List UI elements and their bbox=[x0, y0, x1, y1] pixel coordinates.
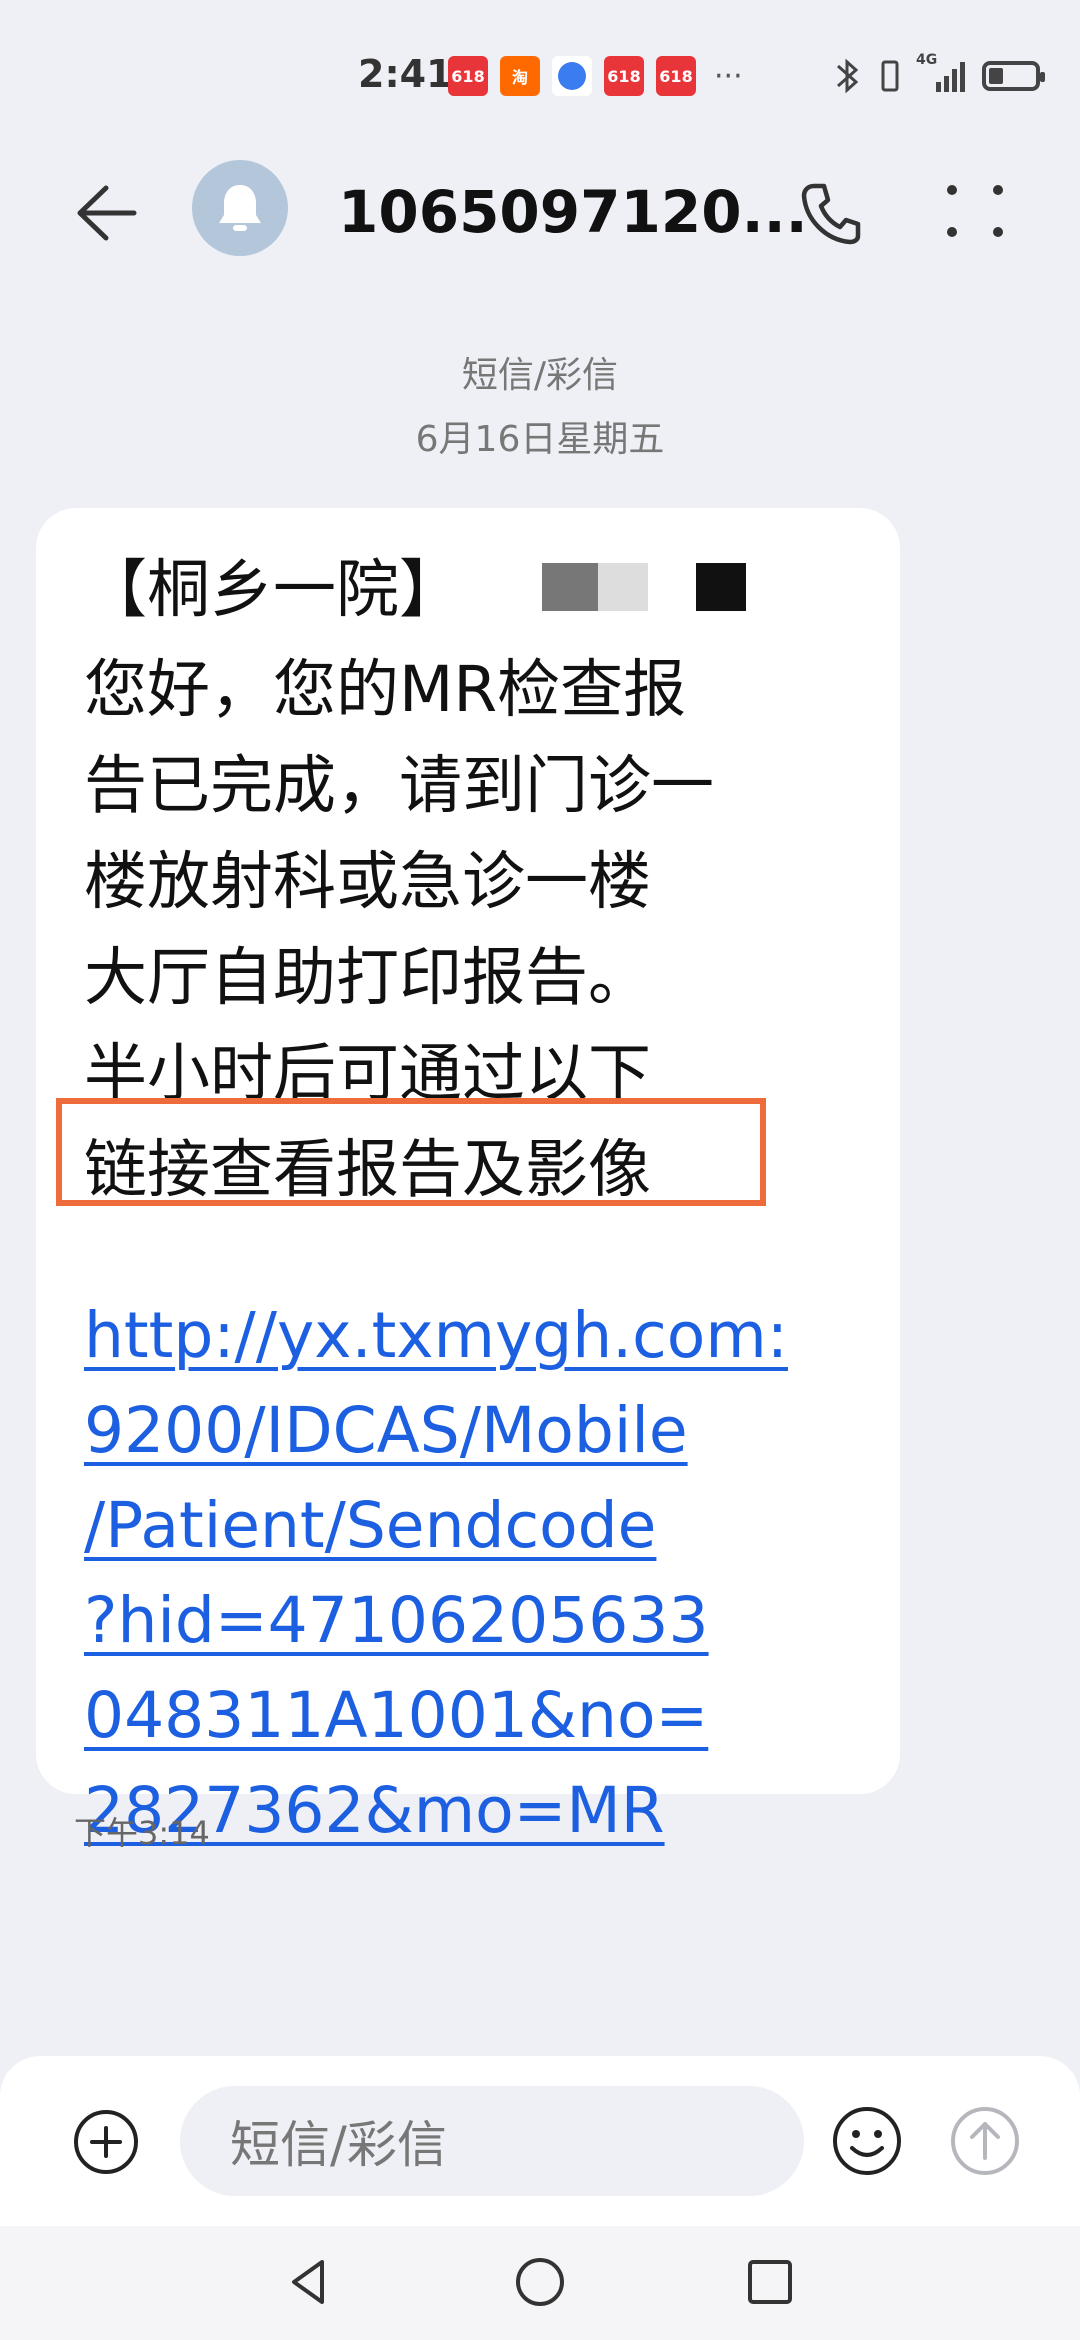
globe-icon bbox=[552, 56, 592, 96]
message-text: 【桐乡一院】 您好，您的MR检查报 告已完成，请到门诊一 楼放射科或急诊一楼 大… bbox=[84, 542, 884, 1218]
conversation-header: 1065097120... bbox=[0, 150, 1080, 270]
plus-circle-icon[interactable] bbox=[72, 2108, 140, 2176]
bluetooth-icon bbox=[837, 58, 859, 94]
send-arrow-up-icon[interactable] bbox=[948, 2104, 1022, 2178]
bell-icon bbox=[219, 185, 261, 231]
more-vertical-icon[interactable] bbox=[940, 176, 1010, 246]
link-line[interactable]: /Patient/Sendcode bbox=[84, 1478, 884, 1573]
shopping-app-icon: 618 bbox=[656, 56, 696, 96]
shopping-app-icon: 618 bbox=[448, 56, 488, 96]
smiley-icon[interactable] bbox=[830, 2104, 904, 2178]
status-time: 2:41 bbox=[358, 52, 453, 96]
message-line: 【桐乡一院】 bbox=[84, 542, 884, 642]
taobao-icon: 淘 bbox=[500, 56, 540, 96]
message-line: 半小时后可通过以下 bbox=[84, 1036, 651, 1110]
status-bar: 2:41 618 淘 618 618 ··· 4G bbox=[0, 0, 1080, 150]
avatar[interactable] bbox=[192, 160, 288, 256]
message-line-highlighted: 链接查看报告及影像 bbox=[84, 1132, 651, 1206]
link-line[interactable]: 048311A1001&no= bbox=[84, 1668, 884, 1763]
notification-icons: 618 淘 618 618 ··· bbox=[448, 56, 743, 96]
shopping-app-icon: 618 bbox=[604, 56, 644, 96]
triangle-back-icon[interactable] bbox=[282, 2254, 338, 2310]
report-link[interactable]: http://yx.txmygh.com: 9200/IDCAS/Mobile … bbox=[84, 1288, 884, 1858]
system-icons: 4G bbox=[830, 52, 1045, 96]
message-line: 大厅自助打印报告。 bbox=[84, 940, 651, 1014]
message-bubble[interactable]: 【桐乡一院】 您好，您的MR检查报 告已完成，请到门诊一 楼放射科或急诊一楼 大… bbox=[36, 508, 900, 1847]
circle-home-icon[interactable] bbox=[512, 2254, 568, 2310]
channel-label: 短信/彩信 bbox=[461, 355, 619, 396]
link-line[interactable]: 9200/IDCAS/Mobile bbox=[84, 1383, 884, 1478]
message-input[interactable]: 短信/彩信 bbox=[180, 2086, 804, 2196]
message-line: 您好，您的MR检查报 bbox=[84, 652, 687, 726]
system-nav-bar bbox=[0, 2226, 1080, 2340]
message-time: 下午3:14 bbox=[74, 1814, 210, 1852]
phone-icon[interactable] bbox=[796, 178, 866, 248]
signal-icon: 4G bbox=[916, 52, 968, 96]
sender-tag: 【桐乡一院】 bbox=[84, 553, 462, 626]
message-line: 楼放射科或急诊一楼 bbox=[84, 844, 651, 918]
date-label: 6月16日星期五 bbox=[415, 419, 665, 460]
composer-bar: 短信/彩信 bbox=[0, 2056, 1080, 2226]
contact-title[interactable]: 1065097120... bbox=[338, 178, 808, 246]
redacted-name bbox=[482, 546, 762, 642]
arrow-left-icon[interactable] bbox=[70, 178, 140, 248]
more-notifications-icon: ··· bbox=[714, 58, 743, 94]
link-line[interactable]: http://yx.txmygh.com: bbox=[84, 1288, 884, 1383]
vibrate-icon bbox=[881, 60, 899, 92]
link-line[interactable]: ?hid=47106205633 bbox=[84, 1573, 884, 1668]
battery-icon bbox=[982, 61, 1045, 91]
square-recents-icon[interactable] bbox=[744, 2256, 796, 2308]
message-line: 告已完成，请到门诊一 bbox=[84, 748, 714, 822]
